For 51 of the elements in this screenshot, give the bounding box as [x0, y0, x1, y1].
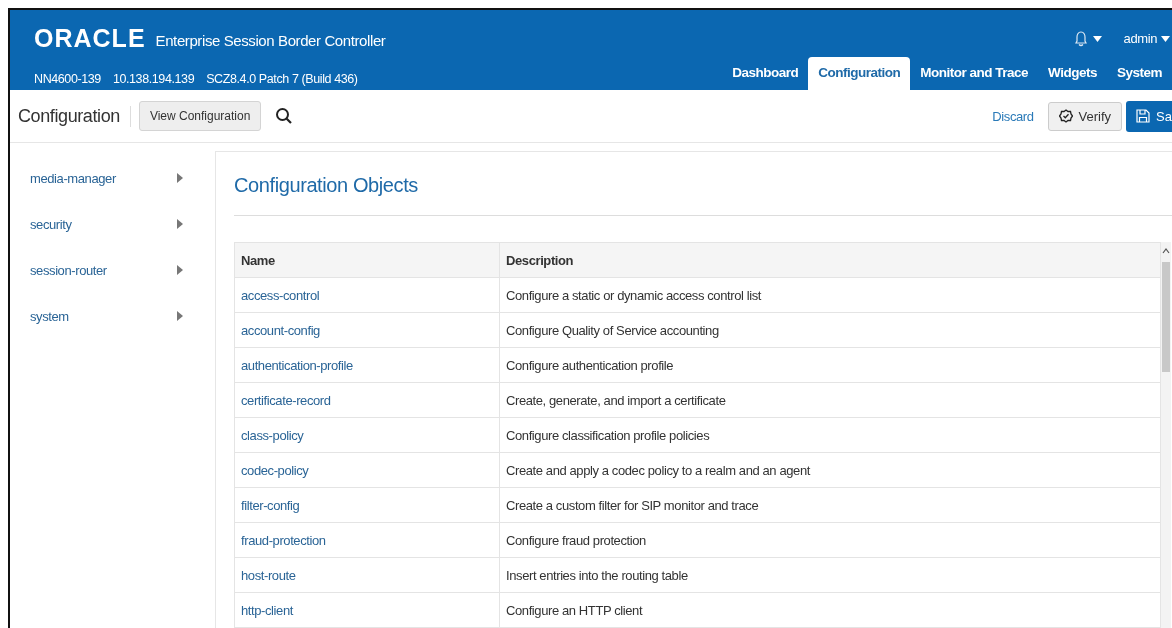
nav-tab[interactable]: Widgets [1038, 57, 1107, 91]
sidebar-item[interactable]: session-router [10, 247, 215, 293]
nav-tab[interactable]: Configuration [808, 57, 911, 91]
object-link[interactable]: authentication-profile [234, 347, 500, 383]
save-button[interactable]: Sa [1126, 100, 1172, 132]
bell-icon[interactable] [1074, 30, 1087, 47]
object-link[interactable]: class-policy [234, 417, 500, 453]
product-name: Enterprise Session Border Controller [155, 32, 386, 49]
nav-tab[interactable]: System [1106, 57, 1172, 91]
table-cell: Configure Quality of Service accounting [499, 312, 1161, 348]
search-icon[interactable] [275, 107, 294, 126]
logo-text: ORACLE [34, 24, 146, 53]
object-link[interactable]: host-route [234, 557, 500, 593]
page-title: Configuration [18, 105, 131, 127]
table-cell: Configure authentication profile [499, 347, 1161, 383]
table-cell: Create and apply a codec policy to a realm and an agent [499, 452, 1161, 488]
ip-address: 10.138.194.139 [112, 72, 195, 89]
object-link[interactable]: codec-policy [234, 452, 500, 488]
object-link[interactable]: access-control [234, 277, 500, 313]
object-link[interactable]: fraud-protection [234, 522, 500, 558]
sidebar-item[interactable]: media-manager [10, 155, 215, 201]
table-cell: Configure a static or dynamic access control list [499, 277, 1161, 313]
view-configuration-button[interactable]: View Configuration [138, 101, 262, 132]
scrollbar[interactable] [1161, 242, 1171, 628]
user-menu[interactable]: admin [1123, 31, 1170, 46]
object-link[interactable]: filter-config [234, 487, 500, 523]
nav-tab[interactable]: Monitor and Trace [910, 57, 1039, 91]
badge-check-icon [1058, 109, 1073, 124]
table-cell: Create, generate, and import a certificate [499, 382, 1161, 418]
section-title: Configuration Objects [234, 152, 1172, 216]
discard-link[interactable]: Discard [992, 108, 1034, 124]
caret-icon [1161, 35, 1170, 42]
object-link[interactable]: certificate-record [234, 382, 500, 418]
table-cell: Insert entries into the routing table [499, 557, 1161, 593]
column-header: Name [234, 242, 500, 278]
column-header: Description [499, 242, 1161, 278]
object-link[interactable]: http-client [234, 592, 500, 628]
caret-icon[interactable] [1092, 35, 1102, 42]
table-cell: Create a custom filter for SIP monitor and trace [499, 487, 1161, 523]
object-link[interactable]: account-config [234, 312, 500, 348]
sidebar-item[interactable]: system [10, 293, 215, 339]
table-cell: Configure an HTTP client [499, 592, 1161, 628]
nav-tab[interactable]: Dashboard [722, 57, 809, 91]
device-name: NN4600-139 [34, 72, 101, 89]
verify-button[interactable]: Verify [1047, 101, 1123, 131]
sidebar-item[interactable]: security [10, 201, 215, 247]
scroll-up-icon[interactable] [1162, 248, 1170, 254]
table-cell: Configure classification profile policies [499, 417, 1161, 453]
table-cell: Configure fraud protection [499, 522, 1161, 558]
scrollbar-thumb[interactable] [1162, 262, 1170, 372]
version-text: SCZ8.4.0 Patch 7 (Build 436) [206, 72, 358, 89]
